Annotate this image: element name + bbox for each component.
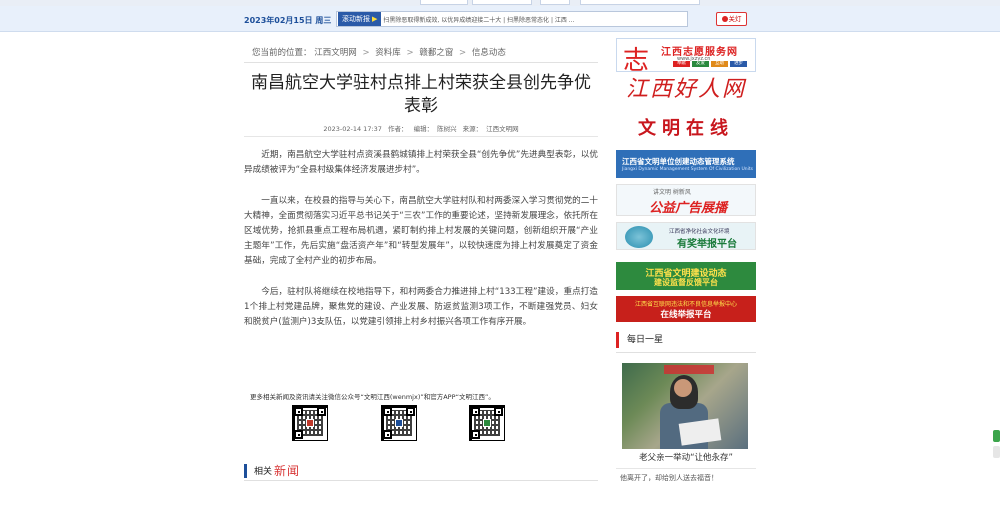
header-bar: 2023年02月15日 周三 滚动新报 ▶ 扫黑除恶取得新成效, 以优异成绩迎接二… xyxy=(0,6,1000,32)
daily-star-caption[interactable]: 老父亲一举动“让他永存” xyxy=(616,451,756,463)
ticker-text[interactable]: 扫黑除恶取得新成效, 以优异成绩迎接二十大 | 扫黑除恶常态化 | 江西 ... xyxy=(383,15,574,24)
ad-online-report[interactable]: 江西省互联网违法和不良信息举报中心 在线举报平台 xyxy=(616,296,756,322)
divider xyxy=(616,468,756,469)
ad-good-people[interactable]: 江西好人网 xyxy=(616,74,756,108)
divider xyxy=(244,136,598,137)
breadcrumb-prefix: 您当前的位置： xyxy=(252,48,312,58)
bulb-icon xyxy=(721,16,728,22)
divider xyxy=(244,480,598,481)
qr-code-app xyxy=(381,405,417,441)
megaphone-icon: ▶ xyxy=(372,15,378,23)
ad-public-service[interactable]: 讲文明 树新风 公益广告展播 xyxy=(616,184,756,216)
volunteer-logo-icon: 志 xyxy=(623,46,650,72)
top-link-segment[interactable] xyxy=(472,0,532,5)
qr-code-weibo xyxy=(469,405,505,441)
top-link-segment[interactable] xyxy=(540,0,570,5)
article-paragraph: 近期，南昌航空大学驻村点资溪县鹤城镇排上村荣获全县“创先争优”先进典型表彰，以优… xyxy=(244,150,598,175)
ad-civilization-online[interactable]: 文明在线 xyxy=(616,112,756,146)
globe-icon xyxy=(625,226,653,248)
float-button[interactable] xyxy=(993,430,1000,442)
article-meta: 2023-02-14 17:37 作者： 编辑： 陈树兴 来源： 江西文明网 xyxy=(244,123,598,133)
related-news-header: 相关 新闻 xyxy=(244,462,300,479)
ad-volunteer-service[interactable]: 志 江西志愿服务网 www.jxzyz.cn 奉献 友爱 互助 进步 xyxy=(616,38,756,72)
related-label: 相关 xyxy=(254,467,273,477)
breadcrumb: 您当前的位置： 江西文明网 > 资料库 > 赣鄱之窗 > 信息动态 xyxy=(252,46,506,58)
related-label-art: 新闻 xyxy=(274,464,301,478)
daily-star-photo[interactable] xyxy=(622,363,748,449)
float-button[interactable] xyxy=(993,446,1000,458)
ad-construction-feedback[interactable]: 江西省文明建设动态 建设监督反馈平台 xyxy=(616,262,756,290)
qr-code-wechat xyxy=(292,405,328,441)
divider xyxy=(244,62,598,63)
ad-civilized-units-system[interactable]: 江西省文明单位创建动态管理系统 Jiangxi Dynamic Manageme… xyxy=(616,150,756,178)
daily-star-heading: 每日一星 xyxy=(616,332,756,348)
editor-label: 编辑： xyxy=(413,125,434,133)
breadcrumb-item-news[interactable]: 信息动态 xyxy=(472,48,506,58)
ticker-tag: 滚动新报 ▶ xyxy=(338,12,382,26)
breadcrumb-separator: > xyxy=(406,48,414,58)
divider xyxy=(616,352,756,353)
breadcrumb-separator: > xyxy=(459,48,467,58)
header-date: 2023年02月15日 周三 xyxy=(244,16,332,25)
article-date: 2023-02-14 17:37 xyxy=(323,125,382,133)
editor-name: 陈树兴 xyxy=(437,125,457,133)
author-label: 作者： xyxy=(388,125,408,133)
breadcrumb-item-library[interactable]: 资料库 xyxy=(375,48,401,58)
source-name: 江西文明网 xyxy=(486,125,519,133)
follow-notice: 更多相关新闻及资讯请关注微信公众号“文明江西(wenmjx)”和官方APP“文明… xyxy=(250,393,495,401)
breadcrumb-separator: > xyxy=(362,48,370,58)
top-link-segment[interactable] xyxy=(580,0,700,5)
article-paragraph: 今后，驻村队将继续在校地指导下，和村两委合力推进排上村“133工程”建设，重点打… xyxy=(244,287,598,327)
news-ticker[interactable]: 滚动新报 ▶ 扫黑除恶取得新成效, 以优异成绩迎接二十大 | 扫黑除恶常态化 | … xyxy=(336,11,688,27)
source-label: 来源： xyxy=(462,125,483,133)
breadcrumb-item-window[interactable]: 赣鄱之窗 xyxy=(419,48,453,58)
breadcrumb-item-home[interactable]: 江西文明网 xyxy=(314,48,357,58)
top-link-segment[interactable] xyxy=(420,0,468,5)
daily-star-subcaption[interactable]: 他离开了，却给别人送去福音！ xyxy=(620,473,718,483)
article-title: 南昌航空大学驻村点排上村荣获全县创先争优表彰 xyxy=(251,73,591,116)
article-paragraph: 一直以来，在校县的指导与关心下，南昌航空大学驻村队和村两委深入学习贯彻党的二十大… xyxy=(244,196,598,266)
ad-reward-report[interactable]: 江西省净化社会文化环境 有奖举报平台 xyxy=(616,222,756,250)
light-toggle-button[interactable]: 关灯 xyxy=(716,12,747,26)
